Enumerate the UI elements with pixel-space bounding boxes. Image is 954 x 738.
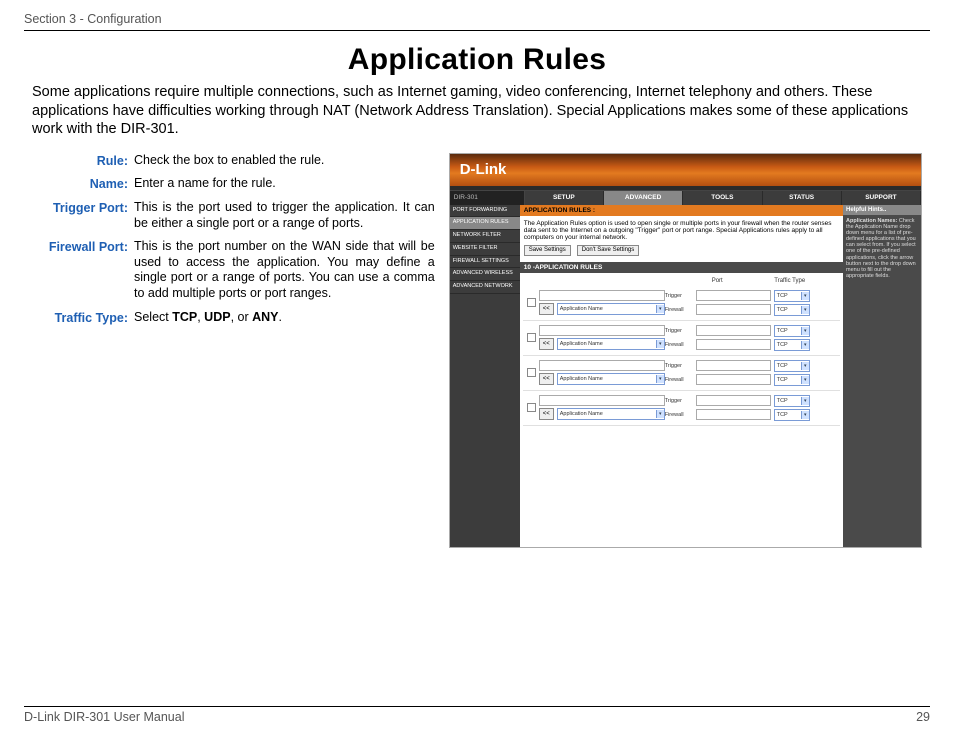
brand-bar: D-Link xyxy=(450,154,921,186)
save-settings-button[interactable]: Save Settings xyxy=(524,245,571,256)
trigger-traffic-type-select[interactable]: TCP xyxy=(774,360,810,372)
definition-label: Name: xyxy=(32,176,134,192)
firewall-label: Firewall xyxy=(665,307,693,313)
left-nav: PORT FORWARDINGAPPLICATION RULESNETWORK … xyxy=(450,205,520,548)
application-name-select[interactable]: Application Name xyxy=(557,373,665,385)
apply-app-button[interactable]: << xyxy=(539,408,554,420)
footer-rule xyxy=(24,706,930,707)
footer-manual-title: D-Link DIR-301 User Manual xyxy=(24,710,184,724)
definition-row: Firewall Port:This is the port number on… xyxy=(32,239,435,302)
rule-row: <<Application NameTrigger TCP Firewall TCP xyxy=(523,286,840,321)
trigger-label: Trigger xyxy=(665,328,693,334)
definition-label: Trigger Port: xyxy=(32,200,134,231)
nav-tab-status[interactable]: STATUS xyxy=(763,191,842,205)
rule-enable-checkbox[interactable] xyxy=(527,333,536,342)
trigger-port-input[interactable] xyxy=(696,290,771,301)
section-header: Section 3 - Configuration xyxy=(24,12,930,28)
panel-title: APPLICATION RULES : xyxy=(520,205,843,216)
firewall-label: Firewall xyxy=(665,412,693,418)
intro-paragraph: Some applications require multiple conne… xyxy=(32,83,922,139)
application-name-select[interactable]: Application Name xyxy=(557,303,665,315)
model-label: DIR-301 xyxy=(450,191,525,205)
dont-save-settings-button[interactable]: Don't Save Settings xyxy=(577,245,640,256)
hints-title: Helpful Hints.. xyxy=(843,205,921,216)
definition-row: Rule:Check the box to enabled the rule. xyxy=(32,153,435,169)
brand-logo: D-Link xyxy=(460,161,507,178)
definition-text: Select TCP, UDP, or ANY. xyxy=(134,310,435,326)
trigger-port-input[interactable] xyxy=(696,360,771,371)
application-name-select[interactable]: Application Name xyxy=(557,338,665,350)
rule-name-input[interactable] xyxy=(539,325,665,336)
apply-app-button[interactable]: << xyxy=(539,338,554,350)
definition-label: Rule: xyxy=(32,153,134,169)
definition-row: Name:Enter a name for the rule. xyxy=(32,176,435,192)
main-panel: APPLICATION RULES : The Application Rule… xyxy=(520,205,843,548)
nav-tab-tools[interactable]: TOOLS xyxy=(683,191,762,205)
hints-panel: Helpful Hints.. Application Names: Check… xyxy=(843,205,921,548)
rule-row: <<Application NameTrigger TCP Firewall TCP xyxy=(523,356,840,391)
trigger-traffic-type-select[interactable]: TCP xyxy=(774,290,810,302)
apply-app-button[interactable]: << xyxy=(539,303,554,315)
rule-row: <<Application NameTrigger TCP Firewall TCP xyxy=(523,321,840,356)
firewall-label: Firewall xyxy=(665,342,693,348)
firewall-port-input[interactable] xyxy=(696,304,771,315)
firewall-port-input[interactable] xyxy=(696,409,771,420)
trigger-port-input[interactable] xyxy=(696,325,771,336)
sidebar-item[interactable]: NETWORK FILTER xyxy=(450,230,520,243)
rules-table: Port Traffic Type <<Application NameTrig… xyxy=(520,273,843,429)
definitions-list: Rule:Check the box to enabled the rule.N… xyxy=(32,153,435,548)
footer-page-number: 29 xyxy=(916,710,930,724)
header-rule xyxy=(24,30,930,31)
rules-table-title: 10 -APPLICATION RULES xyxy=(520,262,843,273)
trigger-traffic-type-select[interactable]: TCP xyxy=(774,395,810,407)
sidebar-item[interactable]: FIREWALL SETTINGS xyxy=(450,256,520,269)
firewall-port-input[interactable] xyxy=(696,339,771,350)
trigger-label: Trigger xyxy=(665,398,693,404)
firewall-label: Firewall xyxy=(665,377,693,383)
nav-tab-advanced[interactable]: ADVANCED xyxy=(604,191,683,205)
firewall-traffic-type-select[interactable]: TCP xyxy=(774,304,810,316)
rule-name-input[interactable] xyxy=(539,395,665,406)
definition-row: Trigger Port:This is the port used to tr… xyxy=(32,200,435,231)
firewall-traffic-type-select[interactable]: TCP xyxy=(774,409,810,421)
rule-enable-checkbox[interactable] xyxy=(527,298,536,307)
trigger-port-input[interactable] xyxy=(696,395,771,406)
rule-name-input[interactable] xyxy=(539,290,665,301)
col-traffic-type: Traffic Type xyxy=(770,278,810,284)
sidebar-item[interactable]: ADVANCED NETWORK xyxy=(450,281,520,294)
trigger-label: Trigger xyxy=(665,363,693,369)
definition-text: Enter a name for the rule. xyxy=(134,176,435,192)
nav-tab-setup[interactable]: SETUP xyxy=(525,191,604,205)
firewall-traffic-type-select[interactable]: TCP xyxy=(774,374,810,386)
definition-text: This is the port number on the WAN side … xyxy=(134,239,435,302)
nav-tab-support[interactable]: SUPPORT xyxy=(842,191,921,205)
sidebar-item[interactable]: WEBSITE FILTER xyxy=(450,243,520,256)
definition-text: Check the box to enabled the rule. xyxy=(134,153,435,169)
firewall-traffic-type-select[interactable]: TCP xyxy=(774,339,810,351)
firewall-port-input[interactable] xyxy=(696,374,771,385)
trigger-label: Trigger xyxy=(665,293,693,299)
rule-row: <<Application NameTrigger TCP Firewall TCP xyxy=(523,391,840,426)
hints-body: Check the Application Name drop down men… xyxy=(846,218,916,278)
definition-text: This is the port used to trigger the app… xyxy=(134,200,435,231)
sidebar-item[interactable]: ADVANCED WIRELESS xyxy=(450,268,520,281)
definition-label: Traffic Type: xyxy=(32,310,134,326)
panel-description: The Application Rules option is used to … xyxy=(520,216,843,262)
rule-enable-checkbox[interactable] xyxy=(527,403,536,412)
application-name-select[interactable]: Application Name xyxy=(557,408,665,420)
sidebar-item[interactable]: PORT FORWARDING xyxy=(450,205,520,218)
sidebar-item[interactable]: APPLICATION RULES xyxy=(450,217,520,230)
top-nav: DIR-301 SETUPADVANCEDTOOLSSTATUSSUPPORT xyxy=(450,191,921,205)
trigger-traffic-type-select[interactable]: TCP xyxy=(774,325,810,337)
definition-label: Firewall Port: xyxy=(32,239,134,302)
definition-row: Traffic Type:Select TCP, UDP, or ANY. xyxy=(32,310,435,326)
router-admin-screenshot: D-Link DIR-301 SETUPADVANCEDTOOLSSTATUSS… xyxy=(449,153,922,548)
page-title: Application Rules xyxy=(24,43,930,77)
rule-enable-checkbox[interactable] xyxy=(527,368,536,377)
apply-app-button[interactable]: << xyxy=(539,373,554,385)
rule-name-input[interactable] xyxy=(539,360,665,371)
col-port: Port xyxy=(665,278,770,284)
